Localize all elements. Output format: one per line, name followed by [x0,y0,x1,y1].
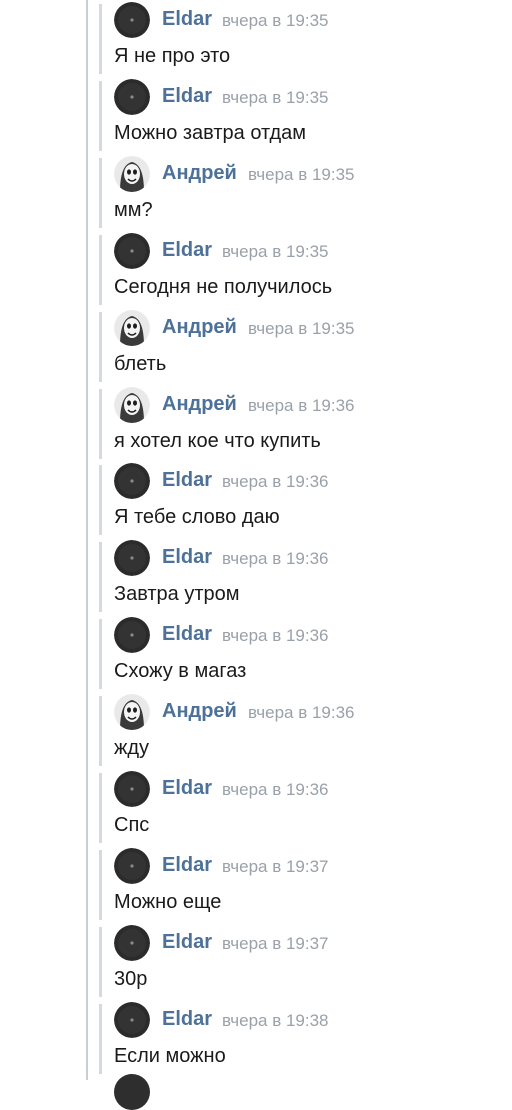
quote-bar [99,389,102,459]
message-text: Схожу в магаз [114,660,247,682]
author-name-link[interactable]: Eldar [162,1008,212,1031]
message-timestamp[interactable]: вчера в 19:35 [222,242,329,262]
eldar-avatar-icon[interactable] [114,79,150,115]
quote-bar [99,850,102,920]
quote-bar [99,773,102,843]
author-name-link[interactable]: Eldar [162,469,212,492]
eldar-avatar-icon[interactable] [114,1002,150,1038]
author-name-link[interactable]: Eldar [162,777,212,800]
quote-bar [99,542,102,612]
message-timestamp[interactable]: вчера в 19:37 [222,934,329,954]
author-name-link[interactable]: Андрей [162,162,237,185]
message-timestamp[interactable]: вчера в 19:36 [222,472,329,492]
author-name-link[interactable]: Андрей [162,700,237,723]
message-text: жду [114,737,150,759]
quote-bar [99,696,102,766]
quote-bar [99,4,102,74]
author-name-link[interactable]: Eldar [162,546,212,569]
message-text: Можно еще [114,891,222,913]
author-name-link[interactable]: Eldar [162,8,212,31]
message-text: Если можно [114,1045,226,1067]
author-name-link[interactable]: Eldar [162,85,212,108]
author-name-link[interactable]: Eldar [162,239,212,262]
message-text: Сегодня не получилось [114,276,333,298]
andrey-avatar-icon[interactable] [114,694,150,730]
message-timestamp[interactable]: вчера в 19:36 [222,549,329,569]
message-item: Eldar вчера в 19:38 Если можно [0,1002,512,1079]
message-item: Eldar вчера в 19:35 Можно завтра отдам [0,79,512,156]
quote-bar [99,235,102,305]
message-item: Андрей вчера в 19:35 мм? [0,156,512,233]
message-timestamp[interactable]: вчера в 19:37 [222,857,329,877]
message-item: Eldar вчера в 19:37 30р [0,925,512,1002]
message-timestamp[interactable]: вчера в 19:35 [248,165,355,185]
eldar-avatar-icon[interactable] [114,771,150,807]
message-text: блеть [114,353,167,375]
author-name-link[interactable]: Eldar [162,931,212,954]
quote-bar [99,619,102,689]
eldar-avatar-icon[interactable] [114,463,150,499]
eldar-avatar-icon[interactable] [114,233,150,269]
author-name-link[interactable]: Андрей [162,316,237,339]
message-timestamp[interactable]: вчера в 19:36 [222,780,329,800]
quote-bar [99,927,102,997]
message-timestamp[interactable]: вчера в 19:35 [248,319,355,339]
message-text: Спс [114,814,150,836]
message-text: Можно завтра отдам [114,122,307,144]
message-item: Андрей вчера в 19:36 я хотел кое что купит… [0,387,512,464]
author-name-link[interactable]: Андрей [162,393,237,416]
quote-bar [99,1004,102,1074]
message-text: Я тебе слово даю [114,506,280,528]
message-text: 30р [114,968,148,990]
andrey-avatar-icon[interactable] [114,156,150,192]
eldar-avatar-icon[interactable] [114,2,150,38]
message-timestamp[interactable]: вчера в 19:35 [222,11,329,31]
message-item: Eldar вчера в 19:36 Я тебе слово даю [0,463,512,540]
message-timestamp[interactable]: вчера в 19:36 [248,396,355,416]
message-timestamp[interactable]: вчера в 19:36 [248,703,355,723]
partial-next-avatar-icon [114,1074,150,1110]
message-item: Eldar вчера в 19:35 Сегодня не получилось [0,233,512,310]
message-item: Eldar вчера в 19:35 Я не про это [0,2,512,79]
message-text: я хотел кое что купить [114,430,321,452]
eldar-avatar-icon[interactable] [114,925,150,961]
message-item: Андрей вчера в 19:36 жду [0,694,512,771]
andrey-avatar-icon[interactable] [114,310,150,346]
message-timestamp[interactable]: вчера в 19:35 [222,88,329,108]
eldar-avatar-icon[interactable] [114,617,150,653]
author-name-link[interactable]: Eldar [162,623,212,646]
quote-bar [99,158,102,228]
message-text: Завтра утром [114,583,240,605]
quote-bar [99,465,102,535]
andrey-avatar-icon[interactable] [114,387,150,423]
message-item: Eldar вчера в 19:36 Завтра утром [0,540,512,617]
message-timestamp[interactable]: вчера в 19:38 [222,1011,329,1031]
message-timestamp[interactable]: вчера в 19:36 [222,626,329,646]
quote-bar [99,81,102,151]
message-text: мм? [114,199,153,221]
message-item: Eldar вчера в 19:36 Схожу в магаз [0,617,512,694]
eldar-avatar-icon[interactable] [114,540,150,576]
message-item: Eldar вчера в 19:37 Можно еще [0,848,512,925]
author-name-link[interactable]: Eldar [162,854,212,877]
quote-bar [99,312,102,382]
eldar-avatar-icon[interactable] [114,848,150,884]
message-item: Андрей вчера в 19:35 блеть [0,310,512,387]
message-text: Я не про это [114,45,231,67]
message-item: Eldar вчера в 19:36 Спс [0,771,512,848]
